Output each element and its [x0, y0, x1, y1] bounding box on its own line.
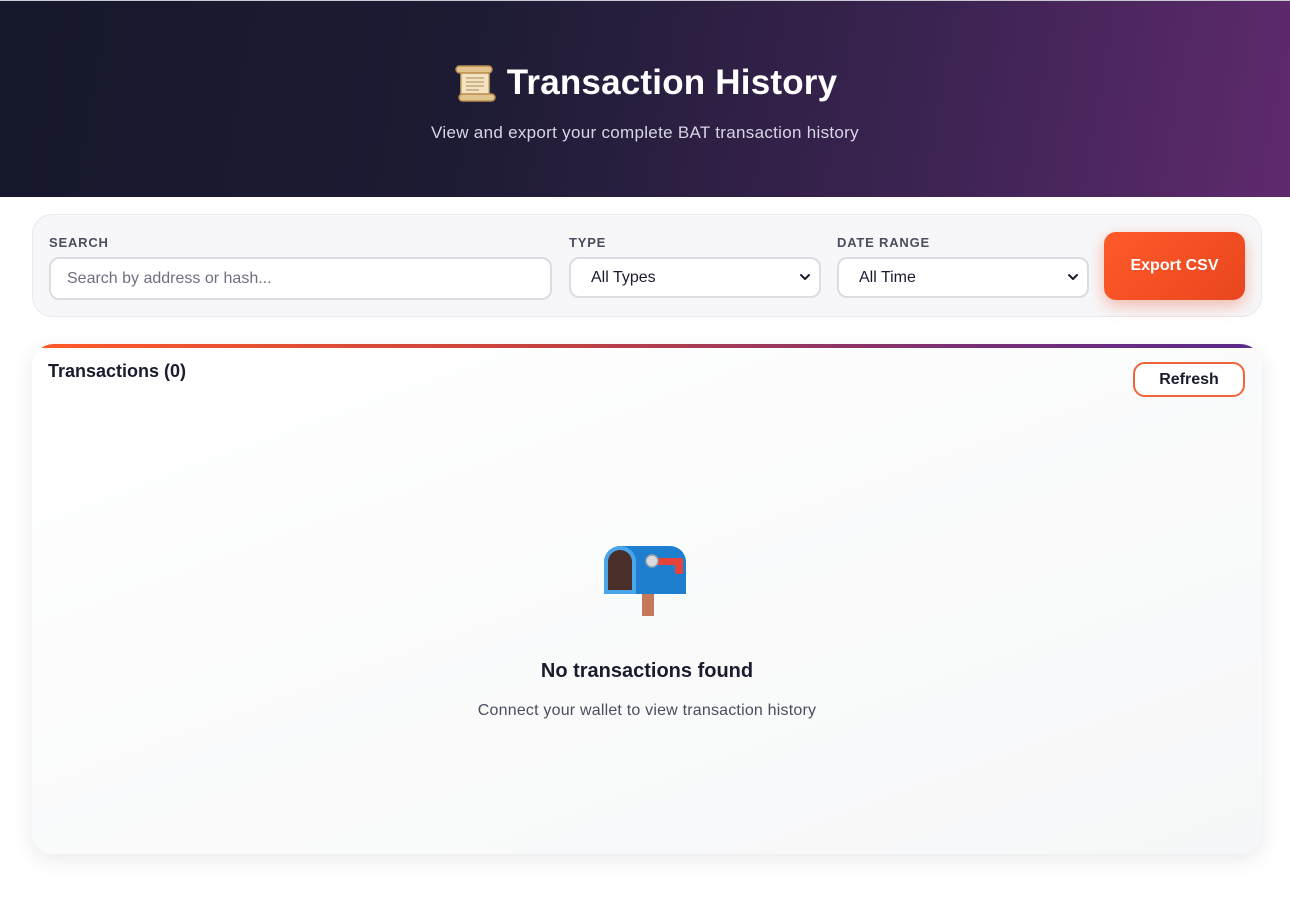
- type-select[interactable]: All Types: [569, 257, 821, 298]
- date-range-label: DATE RANGE: [837, 235, 930, 250]
- filter-panel: SEARCH TYPE All Types DATE RANGE All Tim…: [32, 214, 1262, 317]
- transactions-panel: Transactions (0) Refresh No transactions…: [32, 344, 1262, 854]
- chevron-down-icon: [1068, 274, 1078, 280]
- type-select-value: All Types: [591, 268, 656, 286]
- accent-bar: [32, 344, 1262, 348]
- page-subtitle: View and export your complete BAT transa…: [431, 123, 859, 142]
- type-label: TYPE: [569, 235, 607, 250]
- page-header: Transaction History View and export your…: [0, 0, 1290, 197]
- scroll-icon: [454, 65, 496, 102]
- page-title: Transaction History: [0, 63, 1290, 103]
- empty-state-title: No transactions found: [540, 660, 754, 682]
- date-range-select-value: All Time: [859, 268, 916, 286]
- search-label: SEARCH: [49, 235, 109, 250]
- empty-state-message: Connect your wallet to view transaction …: [477, 702, 817, 719]
- chevron-down-icon: [800, 274, 810, 280]
- transactions-title: Transactions (0): [48, 361, 187, 381]
- refresh-button[interactable]: Refresh: [1133, 362, 1245, 397]
- mailbox-icon: [604, 546, 686, 616]
- date-range-select[interactable]: All Time: [837, 257, 1089, 298]
- export-csv-button[interactable]: Export CSV: [1104, 232, 1245, 300]
- search-input[interactable]: [49, 257, 552, 300]
- page-title-text: Transaction History: [506, 63, 838, 102]
